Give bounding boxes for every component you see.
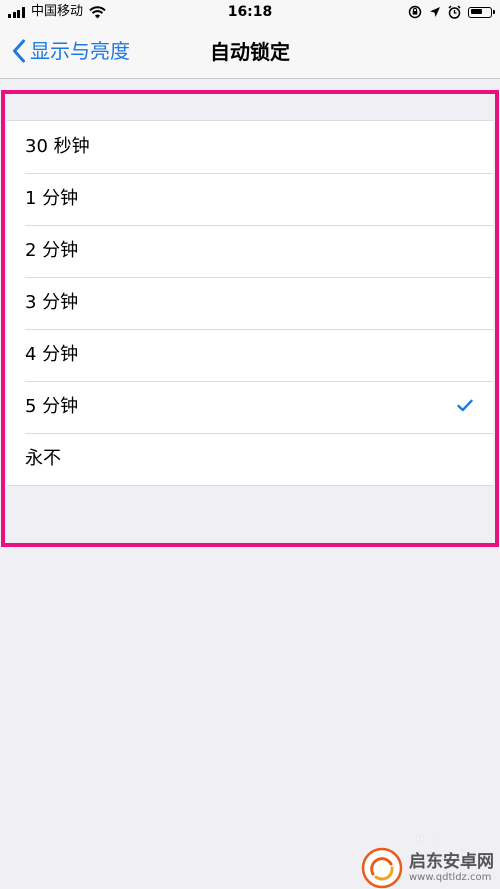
- option-label: 4 分钟: [25, 344, 79, 365]
- option-label: 1 分钟: [25, 188, 79, 209]
- page-title: 自动锁定: [210, 40, 290, 64]
- option-label: 3 分钟: [25, 292, 79, 313]
- watermark-text: 启东安卓网 www.qdtldz.com: [409, 852, 494, 884]
- watermark-name: 启东安卓网: [409, 852, 494, 872]
- option-row-1-minute[interactable]: 1 分钟: [7, 173, 493, 225]
- battery-icon: [468, 6, 495, 18]
- alarm-icon: [448, 5, 461, 19]
- option-label: 5 分钟: [25, 396, 79, 417]
- auto-lock-options-list: 30 秒钟 1 分钟 2 分钟 3 分钟 4 分钟 5 分钟 永不: [7, 120, 493, 486]
- watermark: 启东安卓网 www.qdtldz.com: [361, 847, 500, 889]
- option-row-2-minutes[interactable]: 2 分钟: [7, 225, 493, 277]
- status-bar-right: [401, 5, 495, 19]
- option-row-4-minutes[interactable]: 4 分钟: [7, 329, 493, 381]
- option-label: 永不: [25, 448, 61, 469]
- location-icon: [430, 7, 440, 17]
- orientation-lock-icon: [408, 5, 422, 19]
- option-label: 30 秒钟: [25, 136, 90, 157]
- navigation-bar: 显示与亮度 自动锁定: [0, 26, 500, 79]
- option-label: 2 分钟: [25, 240, 79, 261]
- option-row-never[interactable]: 永不: [7, 433, 493, 485]
- option-row-30-seconds[interactable]: 30 秒钟: [7, 121, 493, 173]
- watermark-logo-icon: [361, 847, 403, 889]
- status-bar: 中国移动 16:18: [0, 0, 500, 26]
- watermark-url: www.qdtldz.com: [409, 872, 492, 883]
- checkmark-icon: [457, 399, 473, 412]
- option-row-3-minutes[interactable]: 3 分钟: [7, 277, 493, 329]
- option-row-5-minutes[interactable]: 5 分钟: [7, 381, 493, 433]
